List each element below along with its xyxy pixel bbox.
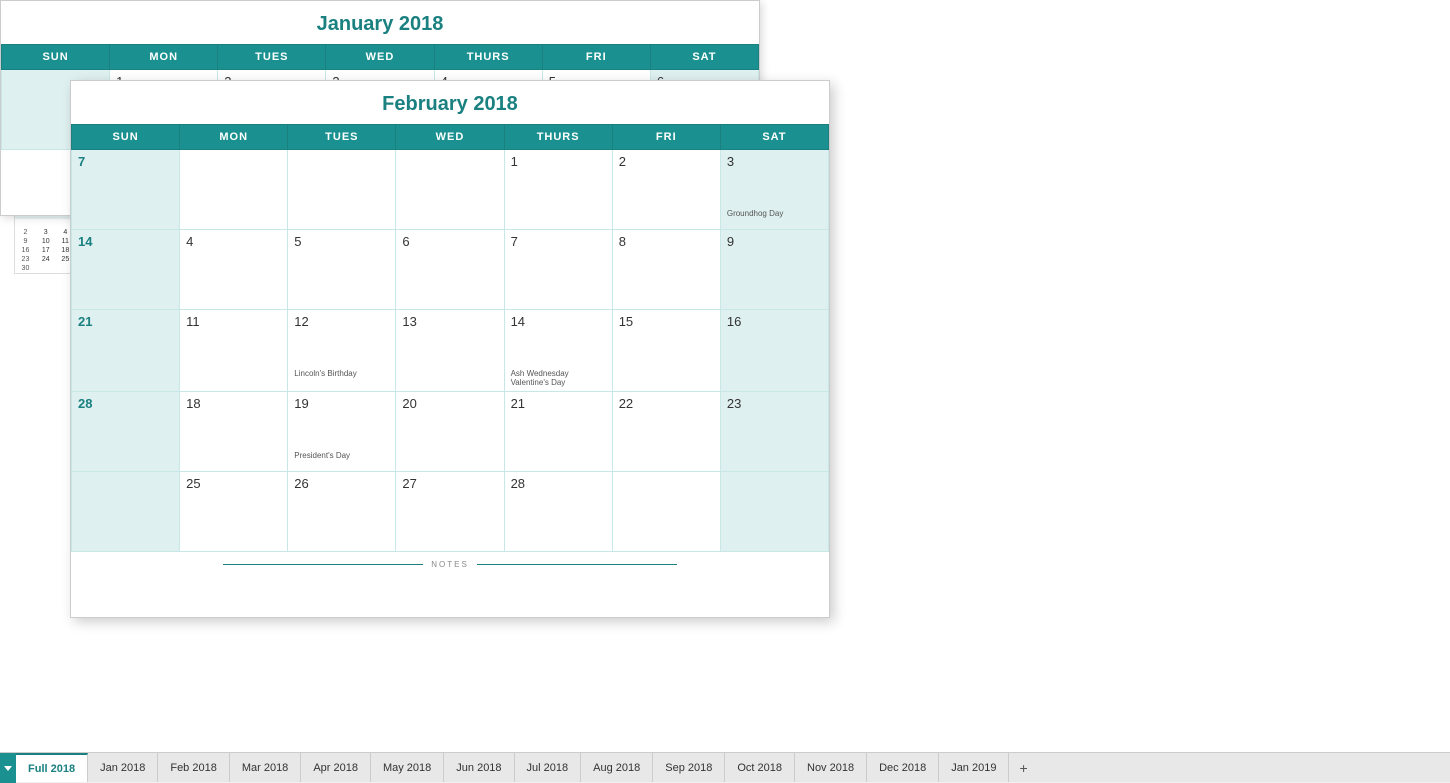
feb-cell: 15 (612, 310, 720, 392)
day-cell: 3 (36, 228, 56, 237)
tab-jun-2018[interactable]: Jun 2018 (444, 753, 514, 782)
tab-jan-2019[interactable]: Jan 2019 (939, 753, 1009, 782)
feb-cell: 6 (396, 230, 504, 310)
day-cell (36, 219, 56, 228)
main-area: 2018 ANNUAL CALENDAR TEMPLATE JANUARY 20… (0, 0, 1450, 752)
jan-sun: SUN (2, 45, 110, 70)
day-cell: 2 (15, 228, 36, 237)
feb-mon: MON (180, 125, 288, 150)
feb-cell: 26 (288, 472, 396, 552)
sheet-indicator (0, 753, 16, 783)
day-cell (15, 219, 36, 228)
sheet-triangle (4, 766, 12, 771)
feb-cell: 3Groundhog Day (720, 150, 828, 230)
feb-cell: 8 (612, 230, 720, 310)
feb-wed: WED (396, 125, 504, 150)
feb-cell: 20 (396, 392, 504, 472)
tab-mar-2018[interactable]: Mar 2018 (230, 753, 301, 782)
feb-cell: 28 (72, 392, 180, 472)
feb-cell: 11 (180, 310, 288, 392)
day-cell: 9 (15, 237, 36, 246)
feb-cell: 25 (180, 472, 288, 552)
feb-cell (72, 472, 180, 552)
feb-week-5: 25 26 27 28 (72, 472, 829, 552)
feb-sun: SUN (72, 125, 180, 150)
day-cell: 17 (36, 246, 56, 255)
feb-cell (612, 472, 720, 552)
jan-sat: SAT (650, 45, 758, 70)
feb-cell: 18 (180, 392, 288, 472)
feb-cell: 21 (72, 310, 180, 392)
jan-fri: FRI (542, 45, 650, 70)
tab-apr-2018[interactable]: Apr 2018 (301, 753, 371, 782)
jan-wed: WED (326, 45, 434, 70)
day-cell (36, 264, 56, 273)
tab-jan-2018[interactable]: Jan 2018 (88, 753, 158, 782)
tab-may-2018[interactable]: May 2018 (371, 753, 444, 782)
day-cell: 10 (36, 237, 56, 246)
jan-mon: MON (110, 45, 218, 70)
feb-cell: 28 (504, 472, 612, 552)
feb-week-1: 7 1 2 3Groundhog Day (72, 150, 829, 230)
january-header-row: SUN MON TUES WED THURS FRI SAT (2, 45, 759, 70)
feb-cell: 7 (72, 150, 180, 230)
february-title: February 2018 (71, 81, 829, 124)
tab-nov-2018[interactable]: Nov 2018 (795, 753, 867, 782)
feb-cell: 27 (396, 472, 504, 552)
feb-cell (288, 150, 396, 230)
feb-cell: 4 (180, 230, 288, 310)
feb-cell: 21 (504, 392, 612, 472)
feb-week-4: 28 18 19President's Day 20 21 22 23 (72, 392, 829, 472)
feb-cell: 7 (504, 230, 612, 310)
february-header-row: SUN MON TUES WED THURS FRI SAT (72, 125, 829, 150)
feb-cell (396, 150, 504, 230)
tab-sep-2018[interactable]: Sep 2018 (653, 753, 725, 782)
day-cell: 30 (15, 264, 36, 273)
tab-jul-2018[interactable]: Jul 2018 (515, 753, 582, 782)
day-cell: 16 (15, 246, 36, 255)
january-title: January 2018 (1, 1, 759, 44)
tab-add-button[interactable]: + (1009, 753, 1037, 782)
large-calendar-february: February 2018 SUN MON TUES WED THURS FRI… (70, 80, 830, 618)
feb-notes-footer: NOTES (71, 552, 829, 577)
feb-thurs: THURS (504, 125, 612, 150)
feb-cell: 2 (612, 150, 720, 230)
tab-full-2018[interactable]: Full 2018 (16, 753, 88, 782)
feb-week-3: 21 11 12Lincoln's Birthday 13 14Ash Wedn… (72, 310, 829, 392)
feb-cell: 9 (720, 230, 828, 310)
feb-tues: TUES (288, 125, 396, 150)
jan-thurs: THURS (434, 45, 542, 70)
jan-tues: TUES (218, 45, 326, 70)
feb-cell: 14Ash WednesdayValentine's Day (504, 310, 612, 392)
feb-cell: 5 (288, 230, 396, 310)
feb-cell (180, 150, 288, 230)
tab-feb-2018[interactable]: Feb 2018 (158, 753, 229, 782)
feb-cell (720, 472, 828, 552)
feb-cell: 19President's Day (288, 392, 396, 472)
tab-bar: Full 2018 Jan 2018 Feb 2018 Mar 2018 Apr… (0, 752, 1450, 782)
feb-cell: 22 (612, 392, 720, 472)
feb-cell: 12Lincoln's Birthday (288, 310, 396, 392)
feb-sat: SAT (720, 125, 828, 150)
day-cell: 23 (15, 255, 36, 264)
tab-oct-2018[interactable]: Oct 2018 (725, 753, 795, 782)
feb-week-2: 14 4 5 6 7 8 9 (72, 230, 829, 310)
feb-cell: 1 (504, 150, 612, 230)
tab-aug-2018[interactable]: Aug 2018 (581, 753, 653, 782)
february-grid: SUN MON TUES WED THURS FRI SAT 7 1 2 (71, 124, 829, 552)
tab-dec-2018[interactable]: Dec 2018 (867, 753, 939, 782)
feb-cell: 16 (720, 310, 828, 392)
feb-cell: 23 (720, 392, 828, 472)
feb-cell: 14 (72, 230, 180, 310)
feb-cell: 13 (396, 310, 504, 392)
feb-fri: FRI (612, 125, 720, 150)
day-cell: 24 (36, 255, 56, 264)
